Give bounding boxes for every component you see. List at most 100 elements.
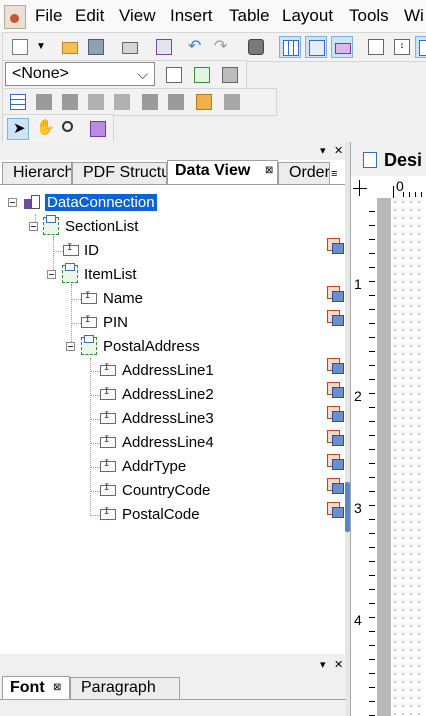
tab-close-icon[interactable]: ⊠: [265, 165, 273, 176]
zoom-icon[interactable]: [59, 118, 81, 140]
format-panel-close-icon[interactable]: ✕: [334, 658, 343, 671]
new-style-icon[interactable]: [163, 64, 185, 86]
tree-node-address-line1[interactable]: AddressLine1: [0, 360, 230, 382]
link-tool-icon[interactable]: [87, 118, 109, 140]
bind-field-icon[interactable]: [325, 404, 344, 422]
collapse-icon[interactable]: [8, 198, 17, 207]
field-icon: [100, 507, 116, 520]
bind-field-icon[interactable]: [325, 428, 344, 446]
new-dropdown-icon[interactable]: ▼: [33, 36, 55, 58]
collapse-icon[interactable]: [66, 342, 75, 351]
group-icon: [43, 215, 59, 235]
menu-window[interactable]: Wi: [404, 6, 424, 26]
format-panel: ▾ ✕ Font ⊠ Paragraph: [0, 656, 346, 716]
tab-hierarchy[interactable]: Hierarch: [2, 162, 72, 184]
page-icon[interactable]: [365, 36, 387, 58]
app-icon[interactable]: [4, 5, 26, 29]
chevron-down-icon[interactable]: ⌵: [137, 66, 148, 83]
table-toolbar: [2, 88, 277, 116]
fit-height-icon[interactable]: ↕: [391, 36, 413, 58]
tree-node-name[interactable]: Name: [0, 288, 200, 310]
tab-order-label: Order: [289, 164, 330, 181]
tree-node-section-list[interactable]: SectionList: [0, 215, 200, 238]
design-page-icon: [363, 152, 377, 168]
find-icon[interactable]: [245, 36, 267, 58]
insert-row-above-icon: [33, 91, 55, 113]
tab-pdf-structure[interactable]: PDF Structu: [72, 162, 167, 184]
tab-data-view[interactable]: Data View ⊠: [167, 160, 278, 184]
snap-grid-icon[interactable]: [305, 36, 327, 58]
style-combo[interactable]: <None> ⌵: [5, 62, 155, 86]
tree-node-postal-address[interactable]: PostalAddress: [0, 335, 220, 358]
tree-node-item-list[interactable]: ItemList: [0, 263, 200, 286]
tree-node-postal-code[interactable]: PostalCode: [0, 504, 230, 526]
insert-row-below-icon: [59, 91, 81, 113]
tab-order[interactable]: Order: [278, 162, 330, 184]
vertical-ruler: 1 2 3 4: [351, 198, 378, 716]
fit-width-icon[interactable]: [415, 36, 426, 58]
menu-edit[interactable]: Edit: [75, 6, 104, 26]
add-style-icon[interactable]: [191, 64, 213, 86]
redo-icon[interactable]: ↷: [211, 36, 233, 58]
bind-field-icon[interactable]: [325, 452, 344, 470]
tree-node-address-line3[interactable]: AddressLine3: [0, 408, 230, 430]
tree-node-country-code[interactable]: CountryCode: [0, 480, 230, 502]
undo-icon[interactable]: ↶: [185, 36, 207, 58]
tab-paragraph[interactable]: Paragraph: [70, 677, 180, 699]
tree-node-data-connection[interactable]: DataConnection: [0, 192, 200, 214]
bind-field-icon[interactable]: [325, 500, 344, 518]
tab-close-icon[interactable]: ⊠: [53, 682, 61, 693]
tab-overflow-icon[interactable]: ≡: [331, 168, 337, 180]
menu-table[interactable]: Table: [229, 6, 270, 26]
ruler-label-3: 3: [354, 500, 362, 516]
object-boundaries-icon[interactable]: [331, 36, 353, 58]
field-icon: [63, 243, 79, 256]
panel-menu-icon[interactable]: ▾: [320, 144, 326, 157]
collapse-icon[interactable]: [47, 270, 56, 279]
split-cells-icon: [221, 91, 243, 113]
select-arrow-icon[interactable]: ➤: [7, 118, 29, 140]
tab-divider: [0, 184, 346, 185]
grid-icon[interactable]: [279, 36, 301, 58]
ruler-label-2: 2: [354, 388, 362, 404]
print-icon[interactable]: [119, 36, 141, 58]
insert-table-icon[interactable]: [7, 91, 29, 113]
bind-field-icon[interactable]: [325, 236, 344, 254]
menu-layout[interactable]: Layout: [282, 6, 333, 26]
bind-field-icon[interactable]: [325, 356, 344, 374]
preview-icon[interactable]: [153, 36, 175, 58]
page-margin: [377, 198, 391, 716]
bind-field-icon[interactable]: [325, 380, 344, 398]
tree-label: DataConnection: [45, 194, 157, 211]
bind-field-icon[interactable]: [325, 476, 344, 494]
tree-label: Name: [103, 290, 144, 307]
tree-node-address-line4[interactable]: AddressLine4: [0, 432, 230, 454]
menu-insert[interactable]: Insert: [170, 6, 213, 26]
field-icon: [100, 411, 116, 424]
merge-cells-icon: [193, 91, 215, 113]
format-panel-menu-icon[interactable]: ▾: [320, 658, 326, 671]
hand-icon[interactable]: ✋: [33, 118, 55, 140]
tree-node-pin[interactable]: PIN: [0, 312, 200, 334]
collapse-icon[interactable]: [29, 222, 38, 231]
selection-toolbar: ➤ ✋: [2, 114, 114, 144]
save-icon[interactable]: [85, 36, 107, 58]
panel-close-icon[interactable]: ✕: [334, 144, 343, 157]
tree-label: PIN: [103, 314, 129, 331]
tree-node-address-line2[interactable]: AddressLine2: [0, 384, 230, 406]
new-document-icon[interactable]: [9, 36, 31, 58]
design-canvas[interactable]: [391, 198, 426, 716]
menu-tools[interactable]: Tools: [349, 6, 389, 26]
tree-node-addr-type[interactable]: AddrType: [0, 456, 230, 478]
tab-font[interactable]: Font ⊠: [2, 676, 70, 700]
edit-style-icon[interactable]: [219, 64, 241, 86]
tree-node-id[interactable]: ID: [0, 240, 200, 262]
data-connection-icon: [24, 193, 42, 211]
menu-file[interactable]: File: [35, 6, 62, 26]
bind-field-icon[interactable]: [325, 308, 344, 326]
tree-label: ID: [84, 242, 99, 259]
bind-field-icon[interactable]: [325, 284, 344, 302]
open-folder-icon[interactable]: [59, 36, 81, 58]
menu-view[interactable]: View: [119, 6, 156, 26]
design-tab-label[interactable]: Desi: [384, 150, 422, 171]
